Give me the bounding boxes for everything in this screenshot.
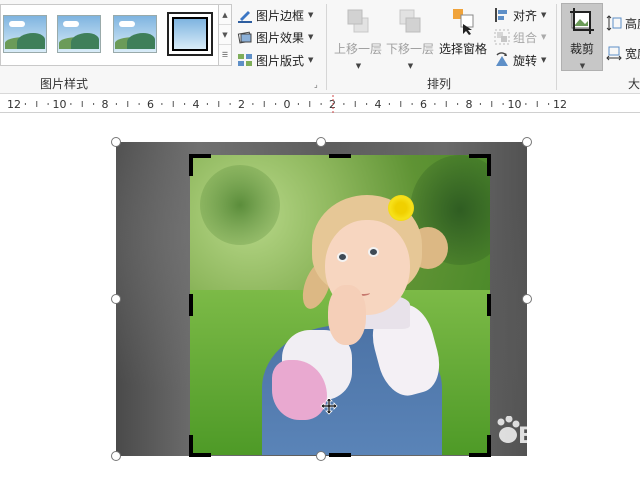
picture-layout-label: 图片版式 <box>256 53 305 68</box>
align-icon <box>495 8 507 22</box>
resize-handle-right[interactable] <box>522 294 532 304</box>
group-label: 组合 <box>513 30 538 45</box>
move-cursor-icon <box>320 397 338 415</box>
bring-forward-icon <box>347 9 369 33</box>
crop-handle-top-right[interactable] <box>469 154 491 176</box>
ruler-ticks: 12108642024681012 <box>7 95 567 113</box>
crop-handle-top-left[interactable] <box>189 154 211 176</box>
crop-handle-bottom[interactable] <box>329 453 351 457</box>
ruler-label: 0 <box>284 98 291 111</box>
effects-icon <box>237 31 252 44</box>
size-group-label: 大 <box>628 77 640 91</box>
flower-icon <box>388 195 414 221</box>
dropdown-caret-icon: ▼ <box>541 33 547 41</box>
picture-girl-photo[interactable] <box>190 155 490 455</box>
dropdown-caret-icon: ▼ <box>407 62 414 70</box>
align-button[interactable]: 对齐 ▼ <box>494 5 546 25</box>
picture-effects-button[interactable]: 图片效果 ▼ <box>237 27 313 47</box>
resize-handle-bottom[interactable] <box>316 451 326 461</box>
rotate-icon <box>496 52 508 66</box>
bring-forward-button[interactable]: 上移一层 ▼ <box>333 4 383 70</box>
ruler-label: 8 <box>102 98 109 111</box>
rotate-button[interactable]: 旋转 ▼ <box>494 50 546 70</box>
height-icon <box>606 15 622 31</box>
dropdown-caret-icon: ▼ <box>308 11 314 19</box>
height-field[interactable]: 高度 <box>606 13 640 33</box>
send-backward-button[interactable]: 下移一层 ▼ <box>385 4 435 70</box>
watermark-url: jingyan.baidu.com <box>530 448 623 459</box>
ruler-label: 12 <box>553 98 567 111</box>
ruler-label: 10 <box>508 98 522 111</box>
watermark-brand: Bai经验 <box>518 424 602 449</box>
gallery-down-icon[interactable]: ▼ <box>219 25 231 45</box>
horizontal-ruler[interactable]: 12108642024681012 <box>0 95 640 113</box>
rotate-label: 旋转 <box>513 53 538 68</box>
selection-pane-icon <box>453 9 474 35</box>
ruler-label: 4 <box>193 98 200 111</box>
crop-icon <box>570 8 594 34</box>
dropdown-caret-icon: ▼ <box>541 56 547 64</box>
ribbon: ▲ ▼ ☰ 图片边框 ▼ 图片效果 ▼ 图片版式 ▼ 图片样式 ⌟ 上移一层 ▼ 下移… <box>0 0 640 94</box>
resize-handle-top[interactable] <box>316 137 326 147</box>
crop-button[interactable]: 裁剪 ▼ <box>561 4 603 70</box>
picture-style-thumb-1[interactable] <box>3 15 47 53</box>
dropdown-caret-icon: ▼ <box>308 56 314 64</box>
ruler-label: 6 <box>420 98 427 111</box>
picture-border-label: 图片边框 <box>256 8 305 23</box>
group-button[interactable]: 组合 ▼ <box>494 27 546 47</box>
dialog-launcher-icon[interactable]: ⌟ <box>314 80 318 89</box>
ruler-label: 10 <box>53 98 67 111</box>
picture-styles-group-label: 图片样式 <box>40 77 89 91</box>
layout-icon <box>238 54 252 66</box>
ruler-label: 6 <box>147 98 154 111</box>
gallery-scrollbar[interactable]: ▲ ▼ ☰ <box>218 5 231 65</box>
width-label: 宽度 <box>625 46 640 61</box>
picture-effects-label: 图片效果 <box>256 30 305 45</box>
baidu-watermark: Bai经验 jingyan.baidu.com <box>494 410 640 466</box>
resize-handle-bottom-left[interactable] <box>111 451 121 461</box>
ruler-label: 4 <box>375 98 382 111</box>
crop-handle-top[interactable] <box>329 154 351 158</box>
selection-pane-button[interactable]: 选择窗格 <box>437 4 489 70</box>
arrange-group-label: 排列 <box>427 77 452 91</box>
send-backward-label: 下移一层 <box>385 42 434 56</box>
picture-style-thumb-3[interactable] <box>113 15 157 53</box>
crop-handle-right[interactable] <box>487 294 491 316</box>
picture-layout-button[interactable]: 图片版式 ▼ <box>237 50 313 70</box>
ruler-label: 8 <box>466 98 473 111</box>
group-separator <box>556 4 557 90</box>
bring-forward-label: 上移一层 <box>333 42 382 56</box>
pen-border-icon <box>238 11 252 23</box>
hands-shape <box>328 285 366 345</box>
dropdown-caret-icon: ▼ <box>308 33 314 41</box>
width-icon <box>606 46 622 61</box>
align-label: 对齐 <box>513 8 538 23</box>
gallery-more-icon[interactable]: ☰ <box>219 45 231 65</box>
picture-styles-gallery: ▲ ▼ ☰ <box>0 4 232 66</box>
send-backward-icon <box>399 9 421 33</box>
dropdown-caret-icon: ▼ <box>355 62 362 70</box>
ruler-label: 12 <box>7 98 21 111</box>
resize-handle-top-right[interactable] <box>522 137 532 147</box>
picture-border-button[interactable]: 图片边框 ▼ <box>237 5 313 25</box>
gallery-up-icon[interactable]: ▲ <box>219 5 231 25</box>
height-label: 高度 <box>625 16 640 31</box>
selection-pane-label: 选择窗格 <box>438 42 487 56</box>
dropdown-caret-icon: ▼ <box>579 62 586 70</box>
dropdown-caret-icon: ▼ <box>541 11 547 19</box>
width-field[interactable]: 宽度 <box>606 43 640 63</box>
picture-style-thumb-4-selected[interactable] <box>167 12 213 56</box>
resize-handle-left[interactable] <box>111 294 121 304</box>
picture-style-thumb-2[interactable] <box>57 15 101 53</box>
group-objects-icon <box>494 29 510 45</box>
group-separator <box>326 4 327 90</box>
crop-handle-bottom-left[interactable] <box>189 435 211 457</box>
resize-handle-top-left[interactable] <box>111 137 121 147</box>
crop-handle-bottom-right[interactable] <box>469 435 491 457</box>
ruler-label: 2 <box>238 98 245 111</box>
crop-handle-left[interactable] <box>189 294 193 316</box>
crop-label: 裁剪 <box>569 42 594 56</box>
